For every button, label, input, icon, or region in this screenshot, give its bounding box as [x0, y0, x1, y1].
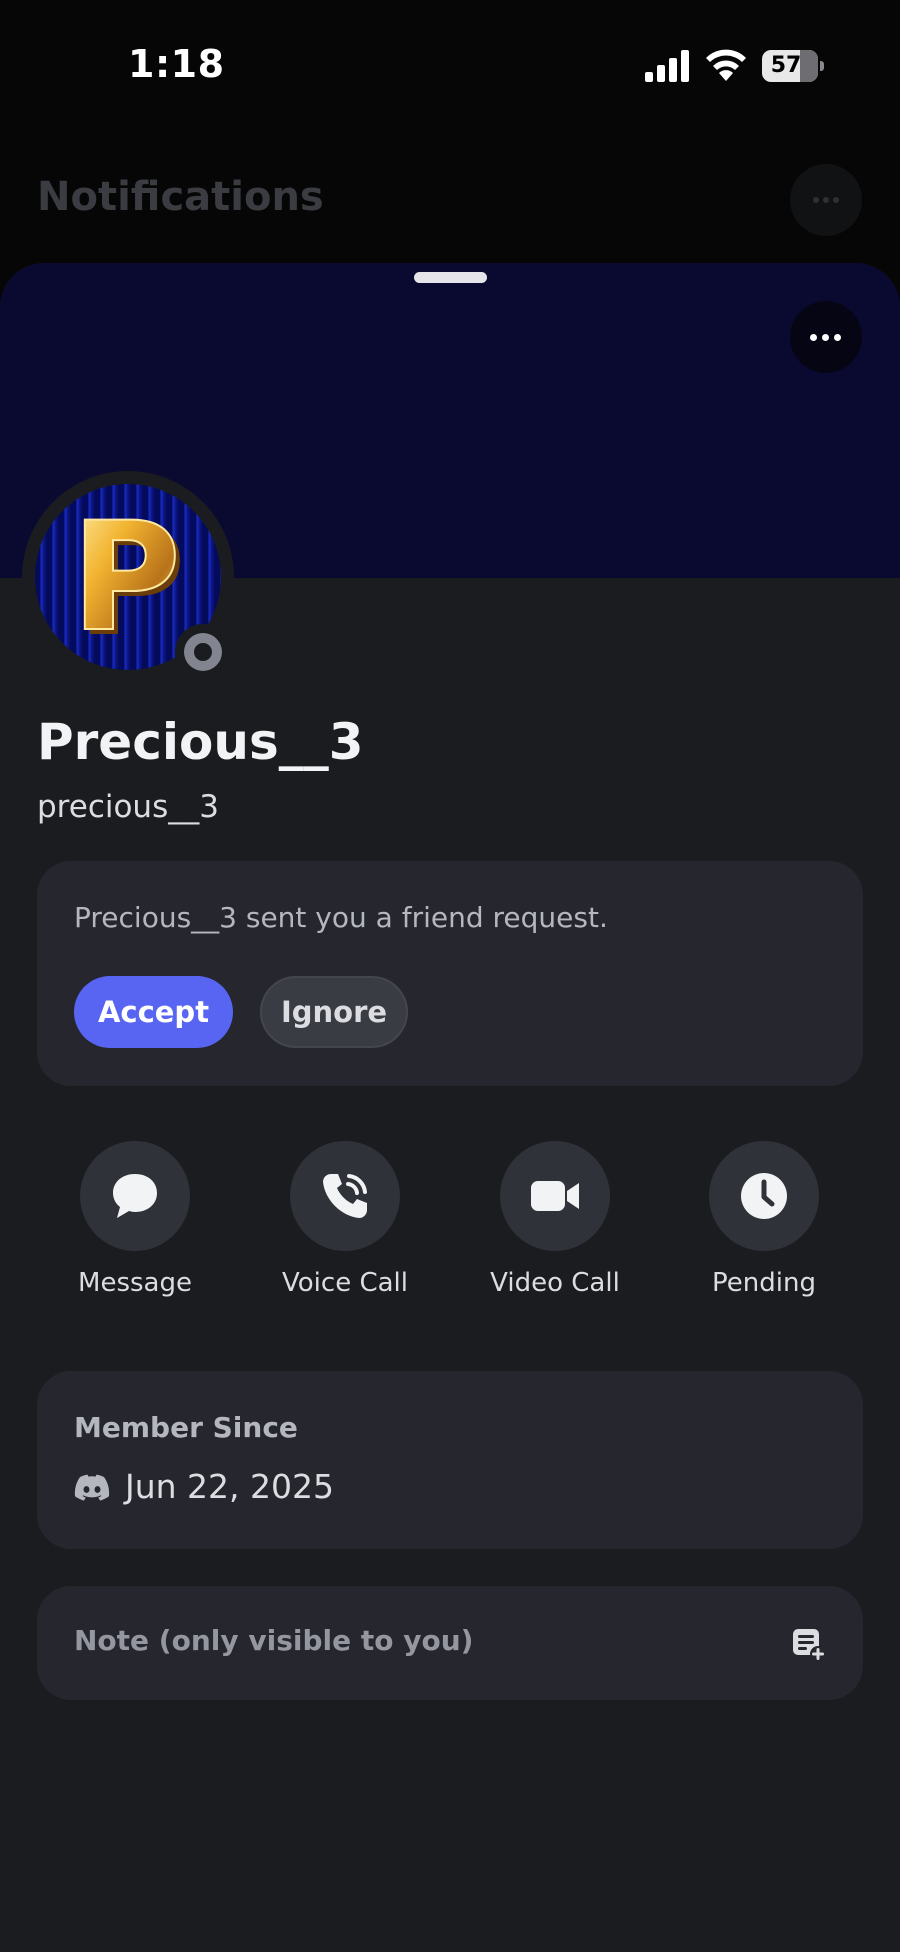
note-placeholder: Note (only visible to you): [74, 1624, 474, 1657]
profile-screen: 1:18 57 Notifications P P Precious__3 pr…: [0, 0, 900, 1952]
note-field[interactable]: Note (only visible to you): [37, 1586, 863, 1700]
message-label: Message: [78, 1268, 192, 1298]
cellular-signal-icon: [645, 50, 689, 82]
more-options-button[interactable]: [790, 301, 862, 373]
pending-action[interactable]: Pending: [674, 1141, 854, 1321]
friend-request-message: Precious__3 sent you a friend request.: [74, 901, 608, 934]
online-status-indicator: [175, 624, 231, 680]
background-page-title: Notifications: [37, 174, 324, 220]
pending-button[interactable]: [709, 1141, 819, 1251]
friend-request-card: Precious__3 sent you a friend request. A…: [37, 861, 863, 1086]
clock-icon: [741, 1173, 787, 1219]
status-bar: 1:18 57: [0, 0, 900, 130]
video-call-label: Video Call: [490, 1268, 620, 1298]
accept-button[interactable]: Accept: [74, 976, 233, 1048]
background-more-button: [790, 164, 862, 236]
pending-label: Pending: [712, 1268, 816, 1298]
member-since-card: Member Since Jun 22, 2025: [37, 1371, 863, 1549]
status-time: 1:18: [128, 42, 225, 86]
video-call-button[interactable]: [500, 1141, 610, 1251]
voice-call-button[interactable]: [290, 1141, 400, 1251]
svg-text:P: P: [71, 491, 181, 665]
video-camera-icon: [531, 1181, 579, 1211]
wifi-icon: [706, 49, 746, 81]
member-since-title: Member Since: [74, 1411, 298, 1444]
message-action[interactable]: Message: [45, 1141, 225, 1321]
phone-call-icon: [323, 1174, 367, 1218]
sheet-drag-handle[interactable]: [414, 272, 487, 283]
voice-call-label: Voice Call: [282, 1268, 408, 1298]
battery-icon: 57: [762, 50, 824, 82]
display-name: Precious__3: [37, 713, 364, 771]
ignore-button[interactable]: Ignore: [260, 976, 408, 1048]
username: precious__3: [37, 789, 219, 825]
discord-logo-icon: [74, 1474, 110, 1501]
add-note-icon[interactable]: [790, 1626, 826, 1662]
video-call-action[interactable]: Video Call: [465, 1141, 645, 1321]
battery-level: 57: [770, 53, 802, 78]
message-bubble-icon: [113, 1174, 157, 1218]
voice-call-action[interactable]: Voice Call: [255, 1141, 435, 1321]
message-button[interactable]: [80, 1141, 190, 1251]
member-since-date: Jun 22, 2025: [125, 1467, 335, 1506]
avatar-container[interactable]: P P: [22, 471, 234, 683]
